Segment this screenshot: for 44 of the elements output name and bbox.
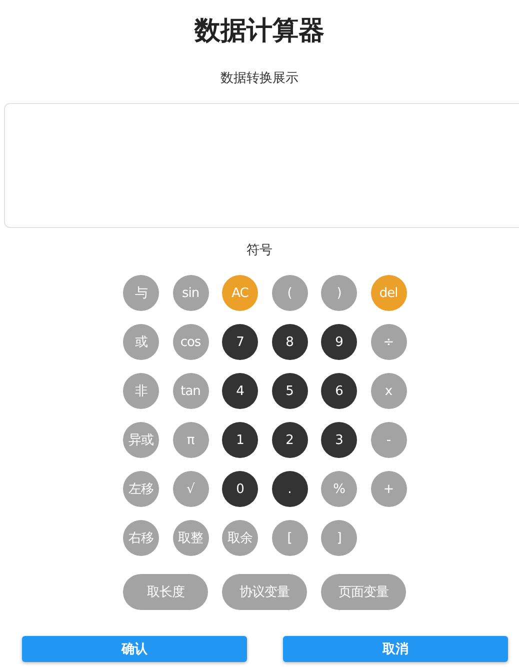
key-button[interactable]: 0 [222, 471, 258, 507]
key-button[interactable]: . [272, 471, 308, 507]
key-button[interactable]: π [172, 422, 208, 458]
key-button[interactable]: % [321, 471, 357, 507]
key-button[interactable]: 异或 [123, 422, 159, 458]
key-button[interactable]: ( [272, 275, 308, 311]
key-button[interactable]: 协议变量 [222, 574, 307, 610]
cancel-button[interactable]: 取消 [283, 636, 508, 662]
page-title: 数据计算器 [193, 15, 326, 48]
key-button[interactable]: AC [222, 275, 258, 311]
key-button[interactable]: √ [172, 471, 208, 507]
key-button[interactable]: 取余 [222, 520, 258, 556]
key-button[interactable]: x [370, 373, 406, 409]
key-button[interactable]: 非 [123, 373, 159, 409]
key-button[interactable]: tan [172, 373, 208, 409]
display-label: 数据转换展示 [220, 70, 300, 88]
key-button[interactable]: 7 [222, 324, 258, 360]
key-button[interactable]: 5 [272, 373, 308, 409]
key-button[interactable]: 页面变量 [321, 574, 406, 610]
key-button[interactable]: 或 [123, 324, 159, 360]
key-button[interactable]: 2 [272, 422, 308, 458]
key-button[interactable]: cos [172, 324, 208, 360]
key-button[interactable]: + [370, 471, 406, 507]
key-button[interactable]: 4 [222, 373, 258, 409]
key-button[interactable]: - [370, 422, 406, 458]
display-field[interactable] [4, 103, 519, 228]
key-button[interactable]: del [370, 275, 406, 311]
key-button[interactable]: 1 [222, 422, 258, 458]
key-button[interactable]: 右移 [123, 520, 159, 556]
key-button[interactable]: ÷ [370, 324, 406, 360]
key-button[interactable]: [ [272, 520, 308, 556]
key-button[interactable]: 9 [321, 324, 357, 360]
key-button[interactable]: 8 [272, 324, 308, 360]
key-button[interactable]: 6 [321, 373, 357, 409]
keypad-label: 符号 [246, 242, 274, 260]
key-button[interactable]: 与 [123, 275, 159, 311]
key-button[interactable]: 左移 [123, 471, 159, 507]
key-button[interactable]: 取整 [172, 520, 208, 556]
key-button[interactable]: 3 [321, 422, 357, 458]
confirm-button[interactable]: 确认 [22, 636, 247, 662]
key-button[interactable]: sin [172, 275, 208, 311]
key-button[interactable]: ) [321, 275, 357, 311]
key-button[interactable]: 取长度 [123, 574, 208, 610]
key-button[interactable]: ] [321, 520, 357, 556]
